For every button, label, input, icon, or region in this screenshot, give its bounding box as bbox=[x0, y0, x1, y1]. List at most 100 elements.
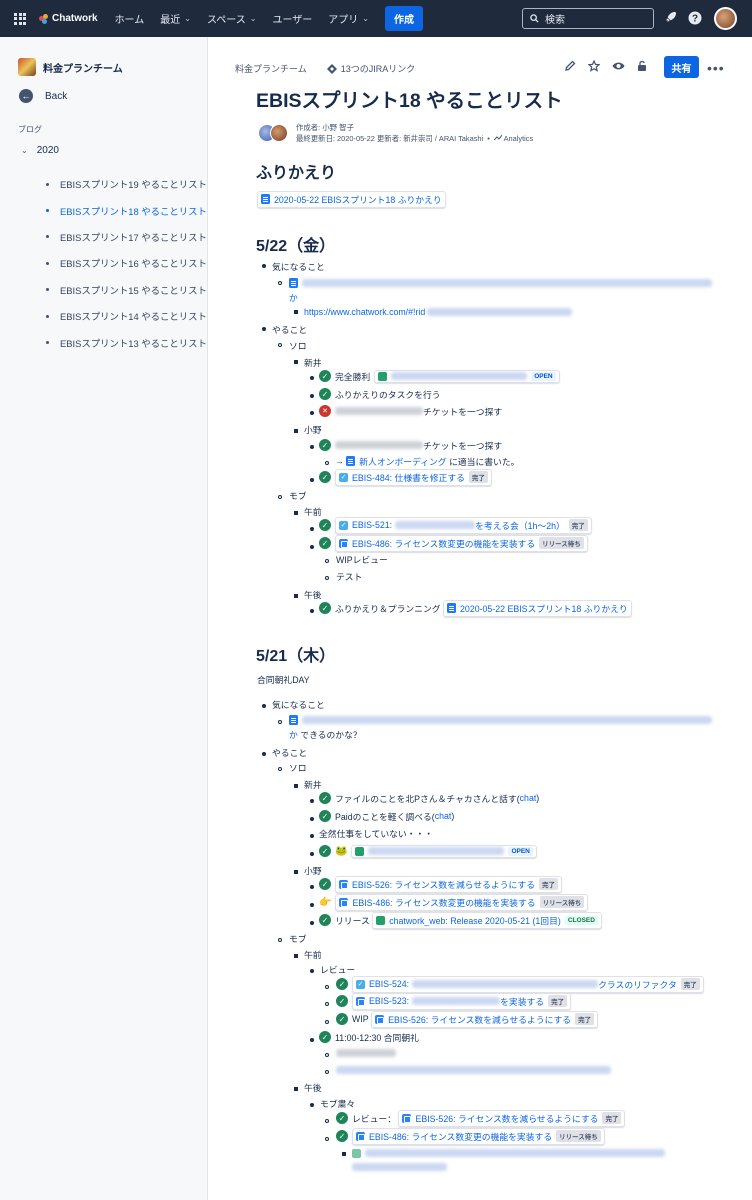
nav-spaces[interactable]: スペース ⌄ bbox=[207, 11, 257, 26]
chat-link[interactable]: chat bbox=[520, 793, 537, 803]
analytics-link[interactable]: Analytics bbox=[493, 134, 533, 143]
page-icon bbox=[289, 278, 298, 288]
nav-apps[interactable]: アプリ ⌄ bbox=[328, 11, 369, 26]
jira-smart-link[interactable]: EBIS-523: を実装する 完了 bbox=[352, 992, 572, 1010]
task-item[interactable]: ✓ EBIS-526: ライセンス数を減らせるようにする 完了 bbox=[319, 875, 563, 893]
task-item[interactable]: ✓ ✓ EBIS-484: 仕様書を修正する 完了 bbox=[319, 468, 492, 486]
page-smart-link[interactable]: 2020-05-22 EBISスプリント18 ふりかえり bbox=[443, 599, 632, 617]
task-item[interactable]: ✓ ふりかえり＆プランニング 2020-05-22 EBISスプリント18 ふりか… bbox=[319, 599, 632, 617]
github-smart-link[interactable]: chatwork_web: Release 2020-05-21 (1回目) CL… bbox=[372, 911, 602, 929]
list-item[interactable] bbox=[289, 276, 712, 290]
sidebar-post-15[interactable]: EBISスプリント15 やることリスト bbox=[46, 277, 207, 303]
help-icon[interactable]: ? bbox=[688, 11, 702, 25]
jira-smart-link[interactable]: EBIS-526: ライセンス数を減らせるようにする 完了 bbox=[371, 1010, 599, 1028]
check-icon: ✓ bbox=[319, 537, 331, 549]
year-toggle[interactable]: ⌄ 2020 bbox=[21, 145, 59, 156]
text: 気になること bbox=[272, 699, 325, 710]
task-item[interactable]: 👉 EBIS-486: ライセンス数変更の機能を実装する リリース待ち bbox=[319, 893, 589, 911]
url-link[interactable]: https://www.chatwork.com/#!rid bbox=[304, 305, 573, 319]
brand-logo[interactable]: Chatwork bbox=[39, 13, 98, 24]
space-name: 料金プランチーム bbox=[43, 63, 123, 75]
jira-story-icon bbox=[339, 538, 348, 548]
check-icon: ✓ bbox=[319, 370, 331, 382]
list-item[interactable] bbox=[289, 713, 712, 727]
jira-smart-link[interactable]: ✓ EBIS-524: クラスのリファクタ 完了 bbox=[352, 975, 704, 993]
list-item[interactable]: か bbox=[289, 290, 298, 304]
task-item[interactable]: ✓ 🐸 OPEN bbox=[319, 844, 537, 858]
task-item[interactable]: ✓ EBIS-486: ライセンス数変更の機能を実装する リリース待ち bbox=[319, 534, 588, 552]
sidebar-post-13[interactable]: EBISスプリント13 やることリスト bbox=[46, 329, 207, 355]
github-smart-link[interactable]: OPEN bbox=[351, 844, 537, 858]
chatwork-logo-icon bbox=[39, 13, 49, 24]
heading-0521: 5/21（木） bbox=[256, 648, 336, 665]
task-item[interactable]: ✓ 完全勝利 OPEN bbox=[319, 369, 560, 383]
jira-smart-link[interactable]: EBIS-526: ライセンス数を減らせるようにする 完了 bbox=[335, 875, 563, 893]
app-switcher-icon[interactable] bbox=[14, 12, 26, 25]
task-item[interactable]: ✓ チケットを一つ探す bbox=[319, 438, 502, 452]
jira-issue-label: EBIS-526: ライセンス数を減らせるようにする bbox=[415, 1113, 599, 1124]
text: 午後 bbox=[304, 589, 322, 600]
task-item[interactable]: ✓ ✓ EBIS-521: を考える会（1h〜2h） 完了 bbox=[319, 516, 592, 534]
list-item: か できるのかな？ bbox=[289, 727, 362, 741]
check-icon: ✓ bbox=[319, 845, 331, 857]
task-item[interactable]: ✓ EBIS-523: を実装する 完了 bbox=[336, 992, 572, 1010]
breadcrumb-space[interactable]: 料金プランチーム bbox=[235, 62, 307, 75]
task-item[interactable]: ✓ レビュー： EBIS-526: ライセンス数を減らせるようにする 完了 bbox=[336, 1109, 626, 1127]
list-item[interactable] bbox=[352, 1146, 665, 1160]
space-header[interactable]: 料金プランチーム bbox=[18, 58, 123, 76]
task-item[interactable]: ✓ WIP EBIS-526: ライセンス数を減らせるようにする 完了 bbox=[336, 1010, 599, 1028]
watch-eye-icon[interactable] bbox=[610, 58, 626, 74]
editor-avatar[interactable] bbox=[270, 124, 288, 142]
jira-smart-link[interactable]: EBIS-486: ライセンス数変更の機能を実装する リリース待ち bbox=[352, 1127, 605, 1145]
more-actions-icon[interactable]: ••• bbox=[707, 60, 725, 76]
edit-pencil-icon[interactable] bbox=[562, 58, 578, 74]
task-item[interactable]: ✓ ✓ EBIS-524: クラスのリファクタ 完了 bbox=[336, 975, 704, 993]
task-item[interactable]: ✓ ファイルのことを北Pさん＆チャカさんと話す(chat) bbox=[319, 791, 539, 805]
chat-link[interactable]: chat bbox=[435, 811, 452, 821]
brand-name: Chatwork bbox=[52, 13, 98, 24]
text: クラスのリファクタ bbox=[598, 979, 677, 990]
sidebar-post-16[interactable]: EBISスプリント16 やることリスト bbox=[46, 250, 207, 276]
jira-links[interactable]: 13つのJIRAリンク bbox=[326, 62, 415, 75]
nav-home[interactable]: ホーム bbox=[115, 11, 145, 26]
text[interactable]: か bbox=[289, 728, 298, 741]
star-icon[interactable] bbox=[586, 58, 602, 74]
check-icon: ✓ bbox=[336, 1130, 348, 1142]
jira-smart-link[interactable]: EBIS-486: ライセンス数変更の機能を実装する リリース待ち bbox=[335, 534, 588, 552]
sidebar-post-19[interactable]: EBISスプリント19 やることリスト bbox=[46, 171, 207, 197]
sidebar-post-18[interactable]: EBISスプリント18 やることリスト bbox=[46, 197, 207, 223]
user-avatar[interactable] bbox=[714, 7, 737, 30]
notifications-rocket-icon[interactable] bbox=[664, 11, 677, 24]
list-item[interactable] bbox=[336, 1063, 611, 1077]
restrictions-lock-icon[interactable] bbox=[634, 58, 650, 74]
sidebar-post-14[interactable]: EBISスプリント14 やることリスト bbox=[46, 303, 207, 329]
list-item[interactable] bbox=[336, 1046, 396, 1060]
task-item[interactable]: ✓ リリース chatwork_web: Release 2020-05-21 (… bbox=[319, 911, 602, 929]
list-item[interactable] bbox=[352, 1160, 447, 1174]
search-input[interactable]: 検索 bbox=[522, 8, 654, 29]
onboarding-link[interactable]: 新人オンボーディング bbox=[359, 455, 446, 468]
create-button[interactable]: 作成 bbox=[385, 6, 423, 31]
page-smart-link[interactable]: 2020-05-22 EBISスプリント18 ふりかえり bbox=[257, 190, 446, 208]
github-smart-link[interactable]: OPEN bbox=[374, 369, 560, 383]
github-icon bbox=[376, 915, 386, 925]
task-item[interactable]: ✓ Paidのことを軽く調べる(chat) bbox=[319, 809, 454, 823]
jira-smart-link[interactable]: ✓ EBIS-521: を考える会（1h〜2h） 完了 bbox=[335, 516, 592, 534]
jira-smart-link[interactable]: EBIS-526: ライセンス数を減らせるようにする 完了 bbox=[398, 1109, 626, 1127]
text: 気になること bbox=[272, 261, 325, 272]
jira-icon bbox=[326, 63, 337, 74]
jira-smart-link[interactable]: ✓ EBIS-484: 仕様書を修正する 完了 bbox=[335, 468, 492, 486]
jira-smart-link[interactable]: EBIS-486: ライセンス数変更の機能を実装する リリース待ち bbox=[335, 893, 589, 911]
share-button[interactable]: 共有 bbox=[664, 56, 699, 78]
status-badge: リリース待ち bbox=[539, 537, 584, 549]
sidebar-post-17[interactable]: EBISスプリント17 やることリスト bbox=[46, 224, 207, 250]
task-item[interactable]: ✓ EBIS-486: ライセンス数変更の機能を実装する リリース待ち bbox=[336, 1127, 605, 1145]
nav-recent[interactable]: 最近 ⌄ bbox=[160, 11, 191, 26]
task-item[interactable]: ✓ ふりかえりのタスクを行う bbox=[319, 387, 441, 401]
nav-users[interactable]: ユーザー bbox=[272, 11, 312, 26]
task-item[interactable]: ✓ 11:00-12:30 合同朝礼 bbox=[319, 1030, 419, 1044]
task-item[interactable]: ✕ チケットを一つ探す bbox=[319, 404, 502, 418]
sidebar-section-label: ブログ bbox=[18, 125, 42, 134]
back-button[interactable]: ← Back bbox=[19, 89, 67, 103]
list-item: → 新人オンボーディング に適当に書いた。 bbox=[335, 454, 519, 468]
